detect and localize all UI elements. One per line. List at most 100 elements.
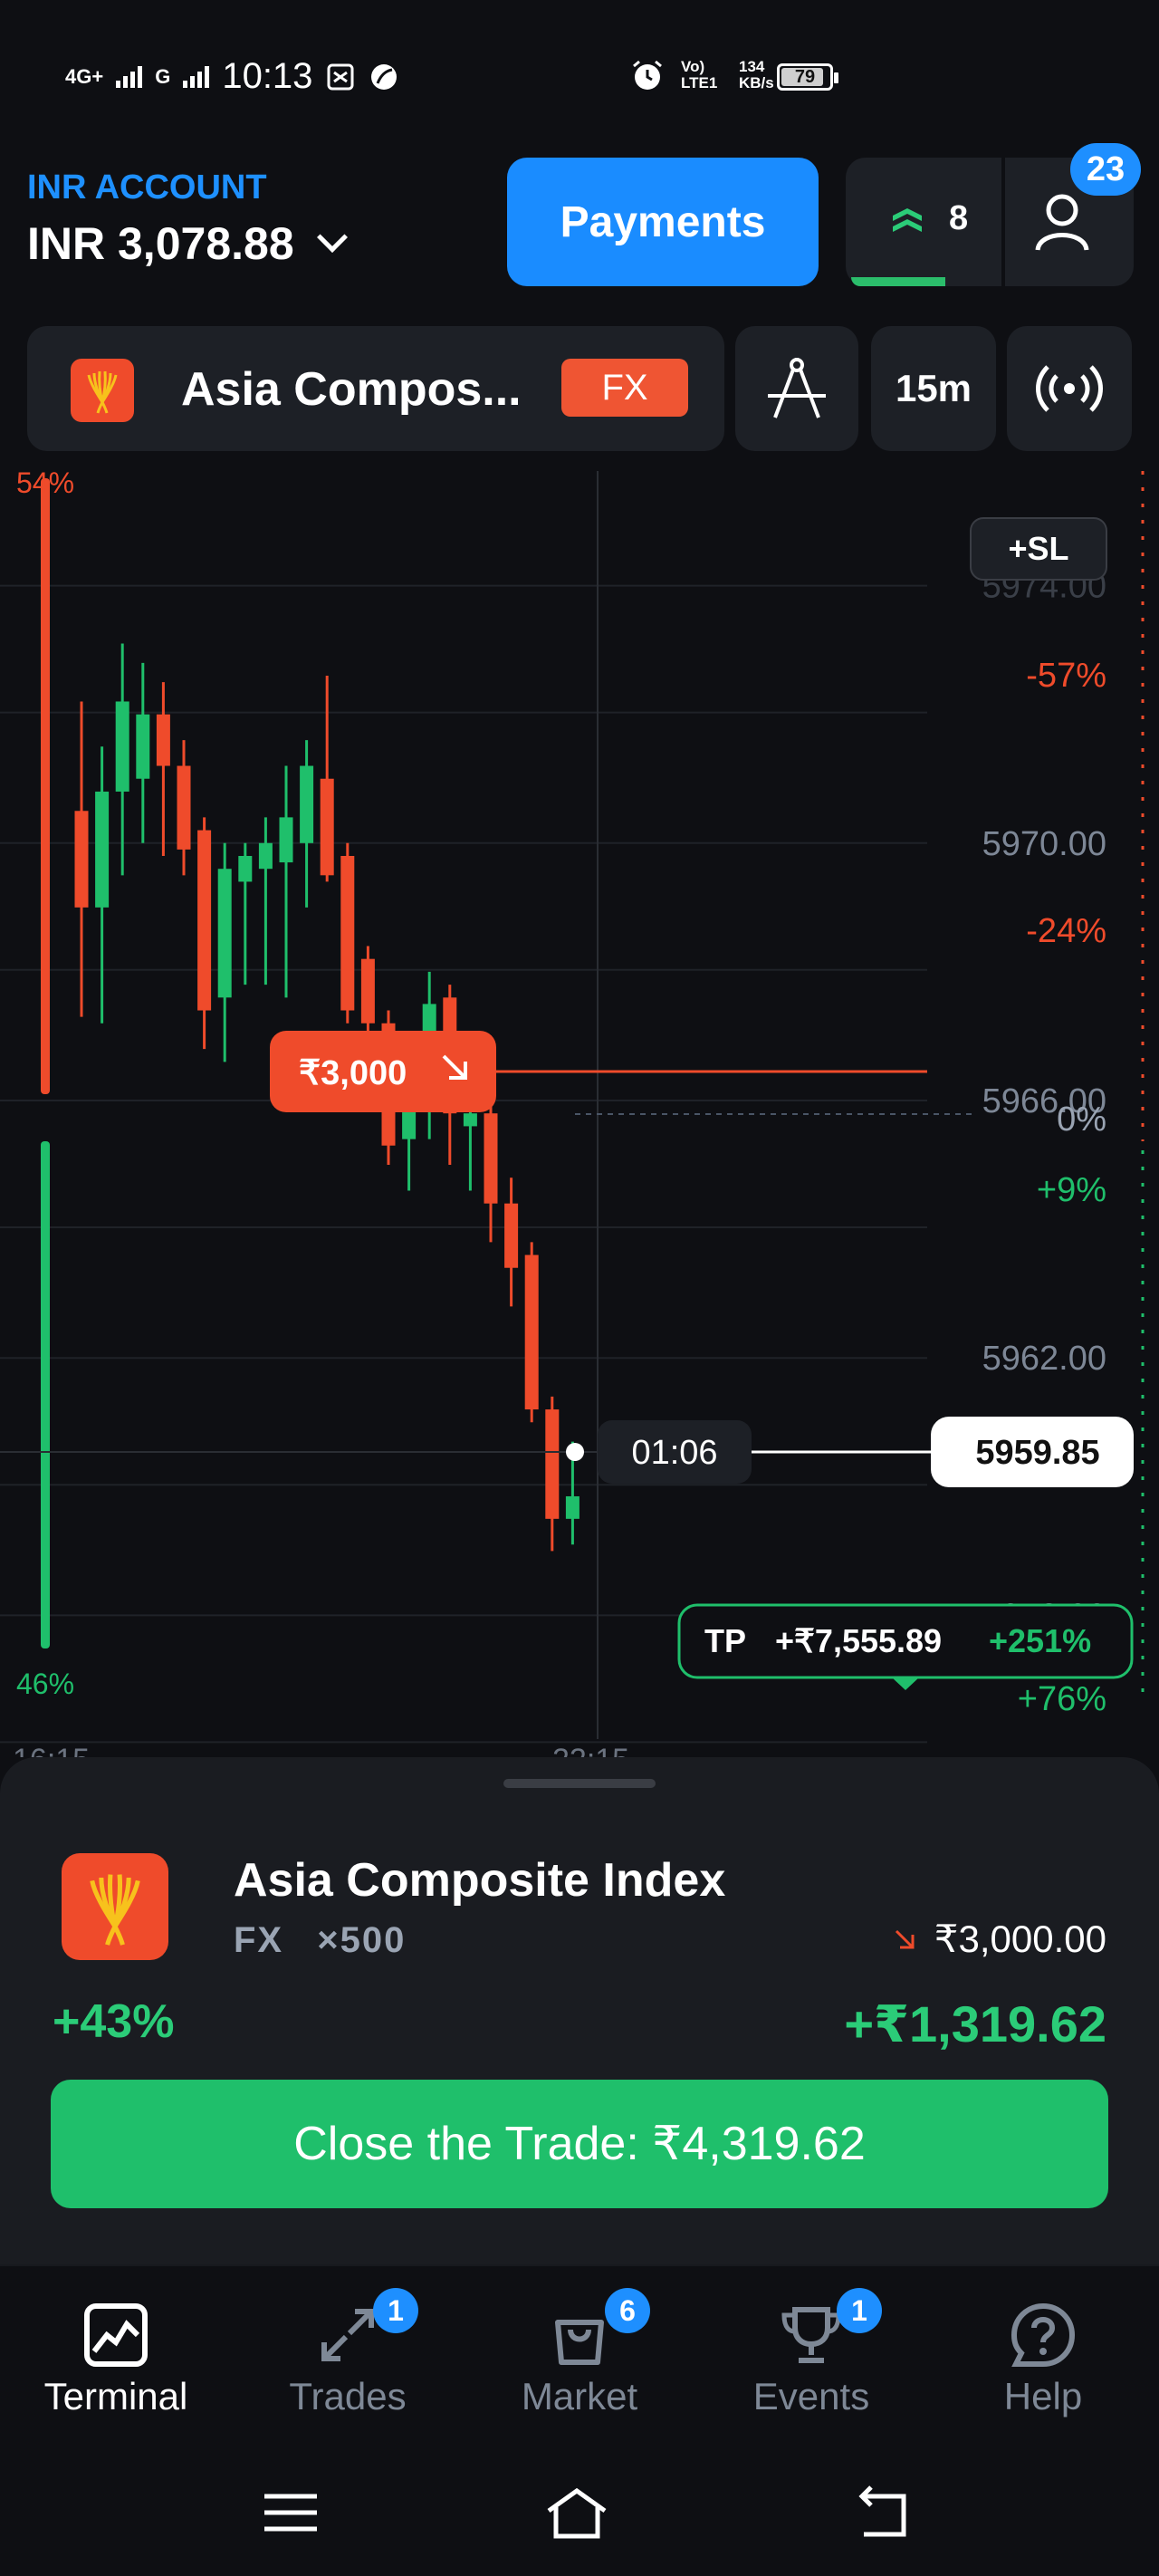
position-asset-name: Asia Composite Index <box>234 1854 726 1907</box>
candle-body <box>95 791 110 908</box>
account-balance: INR 3,078.88 <box>27 218 294 269</box>
trophy-icon <box>781 2307 841 2363</box>
position-amount-value: ₹3,000.00 <box>934 1918 1106 1960</box>
pct-label-57: -57% <box>1026 657 1106 695</box>
network-type: 4G+ <box>65 64 104 88</box>
nav-terminal[interactable]: Terminal <box>0 2266 232 2447</box>
level-value: 8 <box>949 199 969 237</box>
menu-icon[interactable] <box>259 2484 322 2542</box>
signal-icon <box>116 65 143 88</box>
candle-body <box>565 1495 580 1519</box>
nav-label: Events <box>752 2375 870 2417</box>
nav-label: Market <box>521 2375 638 2417</box>
tp-pointer <box>892 1677 919 1690</box>
asean-flag-icon <box>71 359 134 422</box>
nav-events[interactable]: 1 Events <box>695 2266 927 2447</box>
level-button[interactable]: 8 <box>889 199 968 238</box>
sentiment-sell-bar <box>41 1141 50 1648</box>
account-balance-selector[interactable]: INR 3,078.88 <box>27 217 348 270</box>
nav-badge: 1 <box>837 2288 882 2333</box>
chart-canvas[interactable]: 54% 46% 5974.005970.005966.005962.005958… <box>0 453 1159 1757</box>
asset-selector[interactable]: Asia Compos... FX <box>27 326 724 451</box>
drawing-tools-button[interactable] <box>735 326 858 451</box>
drag-handle[interactable] <box>503 1779 656 1788</box>
nav-badge: 6 <box>605 2288 650 2333</box>
nav-help[interactable]: Help <box>927 2266 1159 2447</box>
pct-label-0: 0% <box>1057 1101 1106 1139</box>
nav-label: Help <box>1003 2375 1083 2417</box>
candle-body <box>360 958 375 1024</box>
position-amount: ₹3,000.00 <box>891 1917 1106 1961</box>
candle-body <box>177 765 191 850</box>
divider <box>1001 158 1005 286</box>
level-progress <box>851 277 945 286</box>
candle-body <box>197 830 212 1011</box>
bottom-nav: Terminal 1 Trades 6 Market 1 Events Help <box>0 2264 1159 2446</box>
trades-arrows-icon <box>321 2309 374 2361</box>
battery-level: 79 <box>794 66 816 87</box>
help-icon <box>1011 2302 1076 2367</box>
shopping-bag-icon <box>555 2320 604 2365</box>
candle-body <box>484 1113 498 1204</box>
broadcast-icon <box>1036 365 1103 412</box>
tp-pct: +251% <box>989 1622 1091 1659</box>
notification-badge: 23 <box>1070 143 1141 196</box>
candle-body <box>463 1113 477 1127</box>
chevron-down-icon <box>316 222 348 253</box>
payments-button[interactable]: Payments <box>507 158 819 286</box>
signals-button[interactable] <box>1007 326 1132 451</box>
nav-trades[interactable]: 1 Trades <box>232 2266 464 2447</box>
price-axis-label: 5970.00 <box>982 825 1106 863</box>
candle-body <box>279 817 293 863</box>
arrow-down-right-icon <box>895 1929 915 1948</box>
candle-body <box>504 1203 519 1268</box>
candle-body <box>238 856 253 882</box>
home-icon[interactable] <box>545 2484 608 2542</box>
current-price: 5959.85 <box>975 1434 1099 1472</box>
candle-body <box>340 856 355 1011</box>
candle-body <box>136 714 150 779</box>
current-price-dot <box>566 1443 584 1461</box>
asean-flag-icon <box>62 1853 168 1960</box>
candle-body <box>300 765 314 843</box>
candle-timer: 01:06 <box>631 1434 717 1472</box>
pct-label-76: +76% <box>1018 1680 1106 1718</box>
sentiment-sell-label: 46% <box>16 1668 74 1700</box>
user-icon[interactable] <box>1030 190 1094 254</box>
net-speed: 134 KB/s <box>739 58 774 91</box>
nav-badge: 1 <box>373 2288 418 2333</box>
position-panel: Asia Composite Index FX ×500 ₹3,000.00 +… <box>0 1757 1159 2264</box>
close-trade-button[interactable]: Close the Trade: ₹4,319.62 <box>51 2080 1108 2208</box>
system-nav-bar <box>0 2446 1159 2576</box>
status-bar: 4G+ G 10:13 Vo) LTE1 134 KB/s 79 <box>0 0 1159 154</box>
chart-icon <box>84 2303 148 2367</box>
asset-type-badge: FX <box>561 359 688 417</box>
sentiment-buy-bar <box>41 478 50 1094</box>
stop-loss-label: +SL <box>1008 530 1068 567</box>
asset-name: Asia Compos... <box>181 363 522 416</box>
screenshot-icon <box>327 63 354 90</box>
pct-label-24: -24% <box>1026 912 1106 950</box>
candle-body <box>524 1254 539 1410</box>
position-type: FX ×500 <box>234 1920 406 1961</box>
timeframe-button[interactable]: 15m <box>871 326 996 451</box>
sentiment-buy-label: 54% <box>16 466 74 499</box>
price-axis-label: 5962.00 <box>982 1340 1106 1378</box>
time-label-1: 16:15 <box>13 1743 90 1757</box>
volte-indicator: Vo) LTE1 <box>681 58 718 91</box>
position-multiplier: ×500 <box>317 1920 407 1960</box>
position-pct: +43% <box>53 1995 175 2048</box>
candle-body <box>320 778 334 876</box>
nav-market[interactable]: 6 Market <box>464 2266 695 2447</box>
time-label-2: 22:15 <box>552 1743 629 1757</box>
price-chart[interactable]: 54% 46% 5974.005970.005966.005962.005958… <box>0 453 1159 1757</box>
candle-body <box>74 811 89 908</box>
candle-body <box>115 701 129 792</box>
nav-label: Trades <box>289 2375 407 2417</box>
account-label: INR ACCOUNT <box>27 168 267 207</box>
nav-label: Terminal <box>43 2375 188 2417</box>
pct-label-9: +9% <box>1037 1171 1106 1209</box>
network-type-2: G <box>155 64 171 88</box>
battery-icon: 79 <box>777 63 838 91</box>
back-icon[interactable] <box>851 2484 915 2542</box>
